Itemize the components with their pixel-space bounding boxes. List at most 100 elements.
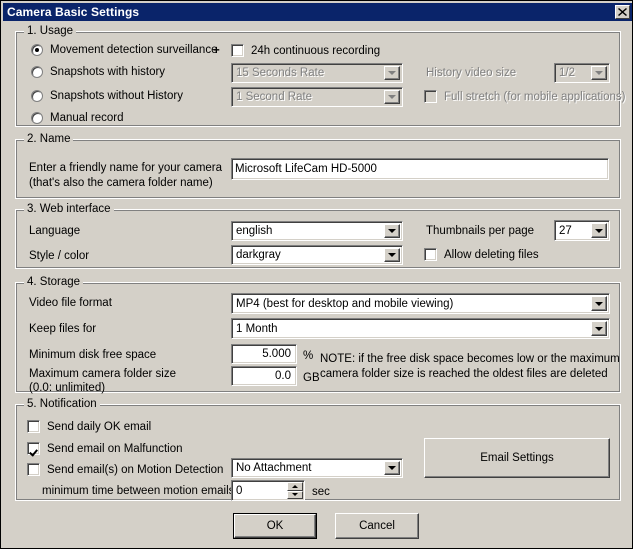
minimum-time-between-motion-emails-label: minimum time between motion emails xyxy=(42,485,235,497)
cancel-button[interactable]: Cancel xyxy=(335,513,419,539)
camera-name-prompt-line2: (that's also the camera folder name) xyxy=(29,177,213,189)
radio-label: Manual record xyxy=(50,112,124,124)
checkbox-indicator xyxy=(27,420,40,433)
checkbox-send-daily-ok-email[interactable]: Send daily OK email xyxy=(27,420,151,433)
checkbox-indicator xyxy=(27,442,40,455)
checkbox-indicator xyxy=(231,44,244,57)
language-combo[interactable]: english xyxy=(231,221,403,241)
stepper-buttons[interactable] xyxy=(287,481,303,500)
chevron-down-icon xyxy=(591,296,607,311)
combo-value: 1/2 xyxy=(559,67,575,79)
stepper-down-icon[interactable] xyxy=(287,490,303,499)
radio-indicator xyxy=(31,112,43,124)
checkbox-label: Full stretch (for mobile applications) xyxy=(444,90,626,103)
title-bar: Camera Basic Settings xyxy=(3,3,632,21)
minimum-time-value: 0 xyxy=(236,484,243,497)
window-title: Camera Basic Settings xyxy=(7,5,140,19)
history-video-size-label: History video size xyxy=(426,67,517,79)
combo-value: No Attachment xyxy=(236,462,312,474)
camera-basic-settings-dialog: Camera Basic Settings 1. Usage Movement … xyxy=(0,0,633,549)
web-interface-legend: 3. Web interface xyxy=(24,203,114,215)
close-icon[interactable] xyxy=(615,5,630,19)
video-file-format-label: Video file format xyxy=(29,297,112,309)
language-label: Language xyxy=(29,225,81,237)
checkbox-send-email-on-malfunction[interactable]: Send email on Malfunction xyxy=(27,442,183,455)
chevron-down-icon xyxy=(591,66,607,80)
ok-button[interactable]: OK xyxy=(233,513,317,539)
radio-movement-detection[interactable]: Movement detection surveillance xyxy=(31,44,217,56)
notification-legend: 5. Notification xyxy=(24,398,100,410)
maximum-camera-folder-size-sublabel: (0.0: unlimited) xyxy=(29,382,106,394)
combo-value: 27 xyxy=(559,224,572,237)
combo-value: 1 Month xyxy=(236,322,278,335)
storage-note-line1: NOTE: if the free disk space becomes low… xyxy=(320,353,620,365)
style-color-combo[interactable]: darkgray xyxy=(231,245,403,265)
chevron-down-icon xyxy=(591,321,607,336)
camera-name-prompt-line1: Enter a friendly name for your camera xyxy=(29,162,223,174)
checkbox-label: Send email(s) on Motion Detection xyxy=(47,463,224,476)
radio-indicator xyxy=(31,44,43,56)
chevron-down-icon xyxy=(384,66,400,80)
checkbox-indicator xyxy=(424,90,437,103)
checkbox-allow-deleting-files[interactable]: Allow deleting files xyxy=(424,248,539,261)
camera-name-input[interactable]: Microsoft LifeCam HD-5000 xyxy=(231,158,609,180)
minimum-disk-free-space-value: 5.000 xyxy=(262,348,291,360)
checkbox-label: Send daily OK email xyxy=(47,420,152,433)
history-video-size-combo[interactable]: 1/2 xyxy=(554,63,610,83)
name-legend: 2. Name xyxy=(24,133,74,145)
email-settings-label: Email Settings xyxy=(480,452,554,464)
thumbnails-per-page-combo[interactable]: 27 xyxy=(554,220,610,241)
radio-indicator xyxy=(31,66,43,78)
sec-unit-label: sec xyxy=(312,486,330,498)
checkbox-label: Send email on Malfunction xyxy=(47,442,183,455)
minimum-disk-free-space-input[interactable]: 5.000 xyxy=(231,344,297,364)
radio-label: Movement detection surveillance xyxy=(50,44,218,56)
snapshot-rate-combo[interactable]: 15 Seconds Rate xyxy=(231,63,403,83)
radio-indicator xyxy=(31,90,43,102)
ok-label: OK xyxy=(266,520,284,532)
gb-unit-label: GB xyxy=(303,372,320,384)
radio-label: Snapshots without History xyxy=(50,90,183,102)
radio-snapshots-without-history[interactable]: Snapshots without History xyxy=(31,90,183,102)
combo-value: 15 Seconds Rate xyxy=(236,67,325,79)
usage-legend: 1. Usage xyxy=(24,25,77,37)
cancel-label: Cancel xyxy=(359,520,395,532)
keep-files-for-combo[interactable]: 1 Month xyxy=(231,318,610,339)
thumbnails-per-page-label: Thumbnails per page xyxy=(426,225,535,237)
maximum-camera-folder-size-value: 0.0 xyxy=(275,370,291,382)
radio-manual-record[interactable]: Manual record xyxy=(31,112,124,124)
style-color-label: Style / color xyxy=(29,250,90,262)
second-rate-combo[interactable]: 1 Second Rate xyxy=(231,87,403,107)
combo-value: 1 Second Rate xyxy=(236,91,313,103)
camera-name-value: Microsoft LifeCam HD-5000 xyxy=(235,163,377,175)
checkbox-send-email-on-motion-detection[interactable]: Send email(s) on Motion Detection xyxy=(27,463,223,476)
percent-unit-label: % xyxy=(303,350,314,362)
checkbox-label: 24h continuous recording xyxy=(251,44,381,57)
checkbox-24h-continuous-recording[interactable]: 24h continuous recording xyxy=(231,44,380,57)
chevron-down-icon xyxy=(384,224,400,238)
radio-snapshots-with-history[interactable]: Snapshots with history xyxy=(31,66,165,78)
checkbox-full-stretch[interactable]: Full stretch (for mobile applications) xyxy=(424,90,626,103)
storage-note-line2: camera folder size is reached the oldest… xyxy=(320,368,608,380)
chevron-down-icon xyxy=(384,461,400,475)
close-glyph xyxy=(618,8,627,16)
combo-value: english xyxy=(236,225,273,237)
minimum-disk-free-space-label: Minimum disk free space xyxy=(29,349,157,361)
maximum-camera-folder-size-label: Maximum camera folder size xyxy=(29,368,176,380)
checkbox-indicator xyxy=(424,248,437,261)
video-file-format-combo[interactable]: MP4 (best for desktop and mobile viewing… xyxy=(231,293,610,314)
combo-value: darkgray xyxy=(236,249,281,261)
keep-files-for-label: Keep files for xyxy=(29,323,97,335)
chevron-down-icon xyxy=(591,223,607,238)
email-settings-button[interactable]: Email Settings xyxy=(424,438,610,478)
maximum-camera-folder-size-input[interactable]: 0.0 xyxy=(231,366,297,386)
storage-legend: 4. Storage xyxy=(24,276,84,288)
plus-sign: + xyxy=(213,45,220,57)
radio-label: Snapshots with history xyxy=(50,66,166,78)
minimum-time-stepper[interactable]: 0 xyxy=(231,480,305,501)
checkbox-indicator xyxy=(27,463,40,476)
chevron-down-icon xyxy=(384,90,400,104)
stepper-up-icon[interactable] xyxy=(287,482,303,491)
attachment-combo[interactable]: No Attachment xyxy=(231,458,403,478)
combo-value: MP4 (best for desktop and mobile viewing… xyxy=(236,297,454,310)
